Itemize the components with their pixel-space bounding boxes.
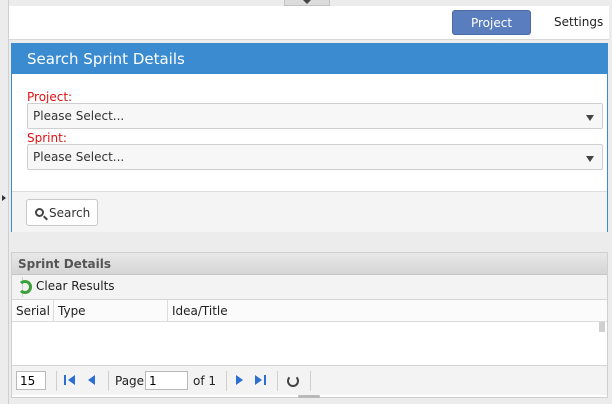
left-collapse-strip[interactable] (0, 0, 9, 404)
page-size-input[interactable] (16, 371, 46, 390)
pager-separator (310, 371, 311, 391)
chevron-down-icon[interactable] (586, 156, 594, 162)
panel-footer: Search (12, 191, 607, 232)
panel-title: Search Sprint Details (12, 44, 607, 74)
page-total-label: of 1 (193, 374, 217, 388)
refresh-green-icon (18, 280, 32, 294)
pager-separator (277, 371, 278, 391)
column-serial[interactable]: Serial (12, 300, 54, 322)
top-navigation-bar: Project Track Settings (9, 6, 611, 55)
vertical-scrollbar[interactable] (599, 322, 605, 332)
page-number-input[interactable] (145, 371, 188, 390)
pager-separator (226, 371, 227, 391)
clear-results-button[interactable]: Clear Results (16, 277, 115, 297)
project-select-value: Please Select... (33, 109, 125, 123)
column-header-row: Serial Type Idea/Title (12, 300, 607, 322)
next-page-icon[interactable] (236, 375, 243, 385)
sprint-details-grid: Sprint Details Clear Results Serial Type… (11, 252, 608, 398)
sprint-select-value: Please Select... (33, 150, 125, 164)
expand-arrow-icon[interactable] (2, 195, 6, 201)
sprint-label: Sprint: (27, 131, 67, 145)
sprint-select[interactable]: Please Select... (27, 144, 603, 170)
search-icon (35, 208, 44, 217)
column-idea-title[interactable]: Idea/Title (168, 300, 607, 322)
refresh-icon[interactable] (287, 375, 299, 387)
chevron-down-icon[interactable] (586, 115, 594, 121)
nav-project-track-button[interactable]: Project Track (452, 10, 531, 55)
search-button-label: Search (49, 206, 91, 220)
project-label: Project: (27, 90, 73, 104)
search-sprint-panel: Search Sprint Details Project: Please Se… (11, 43, 608, 232)
last-page-icon[interactable] (255, 375, 266, 385)
page-label: Page (115, 374, 145, 388)
search-button[interactable]: Search (26, 199, 98, 226)
pager-separator (108, 371, 109, 391)
grid-body (12, 322, 607, 364)
project-select[interactable]: Please Select... (27, 103, 603, 129)
pager-separator (56, 371, 57, 391)
previous-page-icon[interactable] (88, 375, 95, 385)
column-type[interactable]: Type (54, 300, 168, 322)
first-page-icon[interactable] (64, 375, 75, 385)
nav-settings-button[interactable]: Settings (546, 10, 611, 35)
pagination-toolbar: Page of 1 (12, 365, 607, 395)
clear-results-label: Clear Results (36, 279, 115, 293)
grid-title: Sprint Details (12, 253, 607, 275)
grid-toolbar: Clear Results (12, 275, 607, 300)
collapse-down-icon (303, 0, 311, 4)
bottom-resize-handle[interactable] (298, 395, 320, 398)
